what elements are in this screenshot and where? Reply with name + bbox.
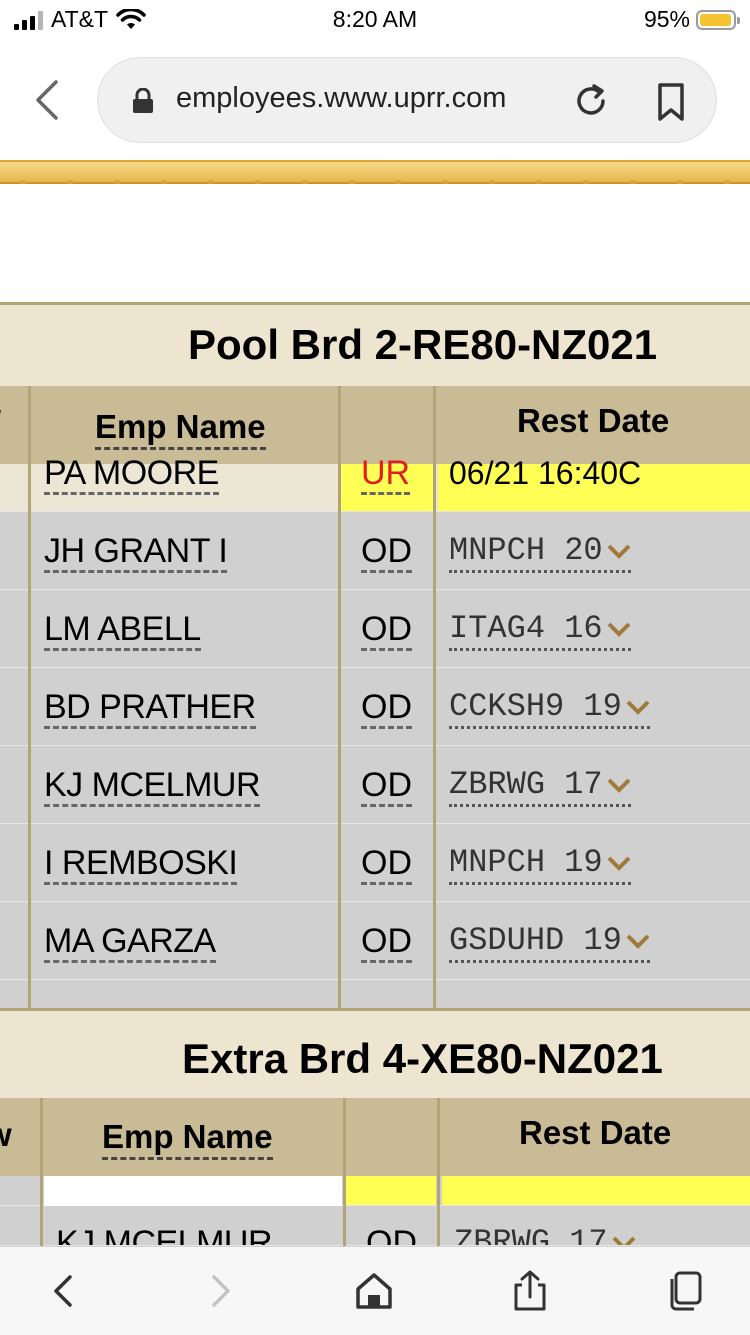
emp-name-link[interactable]: BD PRATHER (44, 688, 256, 729)
emp-name-header[interactable]: Emp Name (102, 1118, 273, 1160)
board-title-pool: Pool Brd 2-RE80-NZ021 (0, 302, 750, 386)
table-header-extra: w Emp Name Rest Date (0, 1098, 750, 1176)
bookmark-icon[interactable] (654, 82, 688, 122)
chevron-down-icon (607, 622, 631, 637)
chevron-down-icon (626, 934, 650, 949)
browser-toolbar (0, 1246, 750, 1335)
rest-date-header: Rest Date (517, 402, 670, 439)
table-row: LM ABELL OD ITAG4 16 (0, 590, 750, 668)
address-bar[interactable]: employees.www.uprr.com (97, 57, 717, 143)
emp-name-link[interactable]: KJ MCELMUR (56, 1224, 273, 1245)
table-row: I REMBOSKI OD MNPCH 19 (0, 824, 750, 902)
status-code-link[interactable]: OD (361, 766, 412, 807)
chevron-down-icon (607, 544, 631, 559)
board-title-text: Extra Brd 4-XE80-NZ021 (182, 1035, 663, 1082)
emp-name-link[interactable]: LM ABELL (44, 610, 201, 651)
battery-icon (696, 9, 740, 30)
forward-icon[interactable] (198, 1269, 242, 1313)
status-code-link[interactable]: OD (361, 844, 412, 885)
clock: 8:20 AM (332, 6, 418, 32)
table-row (0, 1176, 750, 1206)
rest-location-dropdown[interactable]: CCKSH9 19 (449, 688, 650, 729)
home-icon[interactable] (352, 1269, 396, 1313)
board-title-extra: Extra Brd 4-XE80-NZ021 (0, 1008, 750, 1098)
emp-name-header[interactable]: Emp Name (95, 408, 266, 450)
status-code-link[interactable]: UR (361, 454, 411, 495)
share-icon[interactable] (508, 1269, 552, 1313)
url-text[interactable]: employees.www.uprr.com (176, 82, 506, 115)
reload-icon[interactable] (572, 82, 610, 120)
rest-date-header: Rest Date (519, 1114, 672, 1151)
emp-name-link[interactable]: JH GRANT I (44, 532, 228, 573)
emp-name-link[interactable]: I REMBOSKI (44, 844, 238, 885)
table-row: KJ MCELMUR OD ZBRWG 17 (0, 746, 750, 824)
table-row: BD PRATHER OD CCKSH9 19 (0, 668, 750, 746)
back-icon[interactable] (42, 1269, 86, 1313)
tabs-icon[interactable] (664, 1269, 708, 1313)
chevron-down-icon (626, 700, 650, 715)
rest-location-dropdown[interactable]: GSDUHD 19 (449, 922, 650, 963)
emp-name-link[interactable]: MA GARZA (44, 922, 216, 963)
rest-location-dropdown[interactable]: MNPCH 19 (449, 844, 631, 885)
status-code-link[interactable]: OD (361, 610, 412, 651)
web-page: Pool Brd 2-RE80-NZ021 / Emp Name Rest Da… (0, 160, 750, 1246)
emp-name-link[interactable]: PA MOORE (44, 454, 219, 495)
status-code-link[interactable]: OD (361, 532, 412, 573)
chevron-down-icon (612, 1236, 636, 1245)
table-row: MA GARZA OD GSDUHD 19 (0, 902, 750, 980)
rest-location-dropdown[interactable]: MNPCH 20 (449, 532, 631, 573)
table-header-pool: / Emp Name Rest Date (0, 386, 750, 464)
table-row: JH GRANT I OD MNPCH 20 (0, 512, 750, 590)
status-bar: AT&T 8:20 AM 95% (0, 0, 750, 40)
back-chevron-icon[interactable] (30, 78, 64, 122)
rest-location-dropdown[interactable]: ZBRWG 17 (454, 1224, 636, 1245)
board-title-text: Pool Brd 2-RE80-NZ021 (188, 321, 658, 368)
rest-date-value: 06/21 16:40C (449, 455, 642, 491)
rest-location-dropdown[interactable]: ITAG4 16 (449, 610, 631, 651)
rest-location-dropdown[interactable]: ZBRWG 17 (449, 766, 631, 807)
chevron-down-icon (607, 778, 631, 793)
status-code-link[interactable]: OD (366, 1224, 417, 1245)
table-row: KJ MCELMUR OD ZBRWG 17 (0, 1206, 750, 1246)
battery-group: 95% (643, 6, 740, 33)
browser-address-row: employees.www.uprr.com (0, 40, 750, 158)
battery-percent: 95% (643, 6, 690, 32)
lock-icon (133, 88, 153, 113)
status-code-link[interactable]: OD (361, 922, 412, 963)
emp-name-link[interactable]: KJ MCELMUR (44, 766, 261, 807)
chevron-down-icon (607, 856, 631, 871)
table-row: PA MOORE UR 06/21 16:40C (0, 454, 750, 512)
status-code-link[interactable]: OD (361, 688, 412, 729)
